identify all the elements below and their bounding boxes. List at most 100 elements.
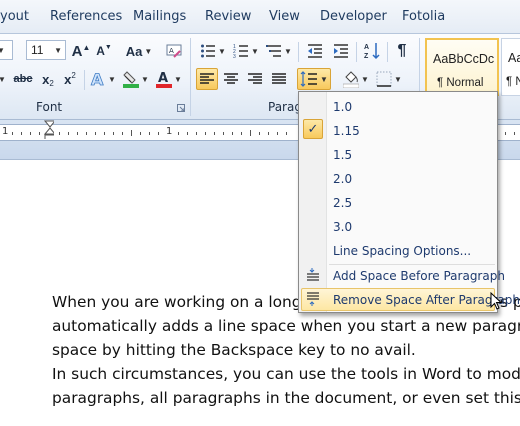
ruler-tick — [77, 132, 78, 135]
superscript-label: x — [64, 71, 72, 87]
multilevel-list-icon — [266, 45, 282, 57]
menu-item-1-15[interactable]: 1.15 — [301, 119, 495, 142]
divider — [387, 42, 388, 62]
tab-developer[interactable]: Developer — [320, 9, 387, 24]
shading-button[interactable]: ▼ — [341, 68, 371, 90]
sort-button[interactable]: AZ — [361, 40, 383, 62]
multilevel-list-button[interactable]: ▼ — [264, 40, 294, 62]
menu-item-2-0[interactable]: 2.0 — [301, 167, 495, 190]
chevron-down-icon: ▼ — [218, 46, 226, 56]
ribbon-tabs: yout References Mailings Review View Dev… — [0, 0, 520, 34]
menu-item-label: 2.5 — [333, 195, 353, 210]
superscript-button[interactable]: x2 — [60, 68, 80, 90]
dialog-launcher-icon[interactable] — [177, 104, 185, 112]
style-normal[interactable]: AaBbCcDc ¶ Normal — [425, 38, 499, 96]
ruler-number: 1 — [166, 126, 173, 137]
highlighter-icon — [123, 71, 140, 88]
menu-item-label: 1.5 — [333, 147, 353, 162]
remove-space-after-item[interactable]: Remove Space After Paragraph — [301, 288, 520, 311]
numbering-button[interactable]: 1 2 3 ▼ — [231, 40, 261, 62]
clear-formatting-button[interactable]: A — [163, 40, 185, 62]
tab-fotolia[interactable]: Fotolia — [402, 9, 445, 24]
line-spacing-button[interactable]: ▼ — [297, 68, 331, 90]
menu-item-3-0[interactable]: 3.0 — [301, 215, 495, 238]
justify-button[interactable] — [268, 68, 290, 90]
align-left-button[interactable] — [196, 68, 218, 90]
shrink-font-button[interactable]: A ▼ — [94, 40, 114, 62]
subscript-button[interactable]: x2 — [38, 68, 58, 90]
ruler-tick — [30, 132, 31, 135]
chevron-down-icon: ▼ — [394, 74, 402, 84]
menu-item-label: 1.15 — [333, 123, 360, 138]
ruler-tick — [59, 132, 60, 135]
ruler-tick — [131, 130, 132, 136]
style-next[interactable]: Aa ¶ N — [501, 38, 520, 96]
increase-indent-button[interactable] — [330, 40, 352, 62]
ruler-tick — [104, 132, 105, 135]
tab-references[interactable]: References — [50, 9, 122, 24]
doc-line: In such circumstances, you can use the t… — [52, 365, 520, 383]
bullets-button[interactable]: ▼ — [198, 40, 228, 62]
tab-layout[interactable]: yout — [0, 9, 29, 24]
remove-space-after-icon — [307, 292, 319, 306]
svg-text:A: A — [91, 71, 104, 87]
doc-line: space by hitting the Backspace key to no… — [52, 341, 416, 359]
font-name-combo[interactable]: ▼ — [0, 40, 13, 60]
increase-indent-icon — [334, 44, 348, 58]
line-spacing-options-item[interactable]: Line Spacing Options... — [301, 239, 495, 262]
underline-caret-button[interactable]: ▼ — [0, 68, 8, 90]
show-hide-button[interactable]: ¶ — [391, 40, 413, 62]
group-divider — [190, 38, 191, 116]
style-sample: Aa — [508, 51, 520, 65]
ruler-tick — [187, 132, 188, 135]
menu-item-1-0[interactable]: 1.0 — [301, 95, 495, 118]
text-effects-button[interactable]: A ▼ — [88, 68, 118, 90]
ruler-tick — [205, 132, 206, 135]
tab-view[interactable]: View — [269, 9, 300, 24]
font-size-value: 11 — [31, 43, 44, 57]
align-right-button[interactable] — [244, 68, 266, 90]
divider — [84, 70, 85, 90]
menu-item-label: 3.0 — [333, 219, 353, 234]
chevron-down-icon: ▼ — [174, 74, 182, 84]
doc-line: paragraphs, all paragraphs in the docume… — [52, 389, 520, 407]
change-case-button[interactable]: Aa ▼ — [122, 40, 156, 62]
font-size-combo[interactable]: 11 ▼ — [26, 40, 66, 60]
svg-text:3: 3 — [233, 54, 236, 59]
indent-marker-icon[interactable] — [44, 120, 54, 139]
align-right-icon — [248, 73, 262, 84]
mouse-pointer-icon — [490, 292, 503, 310]
ruler-tick — [68, 132, 69, 135]
ruler-tick — [86, 132, 87, 135]
menu-item-1-5[interactable]: 1.5 — [301, 143, 495, 166]
chevron-down-icon: ▼ — [54, 45, 62, 55]
svg-text:A: A — [364, 44, 369, 51]
style-sample: AaBbCcDc — [433, 52, 495, 66]
decrease-indent-button[interactable] — [304, 40, 326, 62]
font-color-button[interactable]: A ▼ — [154, 68, 184, 90]
chevron-down-icon: ▼ — [141, 74, 149, 84]
line-spacing-icon — [300, 71, 318, 87]
align-center-button[interactable] — [220, 68, 242, 90]
menu-item-2-5[interactable]: 2.5 — [301, 191, 495, 214]
borders-button[interactable]: ▼ — [374, 68, 404, 90]
ruler-tick — [250, 130, 251, 136]
change-case-label: Aa — [125, 43, 143, 59]
ruler-tick — [113, 132, 114, 135]
bullets-icon — [201, 44, 216, 58]
menu-item-label: 1.0 — [333, 99, 353, 114]
chevron-down-icon: ▼ — [320, 74, 328, 84]
highlight-color-button[interactable]: ▼ — [121, 68, 151, 90]
add-space-before-item[interactable]: Add Space Before Paragraph — [301, 264, 505, 287]
decrease-indent-icon — [308, 44, 322, 58]
tab-review[interactable]: Review — [205, 9, 251, 24]
ruler-tick — [12, 132, 13, 135]
tab-mailings[interactable]: Mailings — [133, 9, 186, 24]
ruler-tick — [149, 132, 150, 135]
ruler-tick — [232, 132, 233, 135]
font-color-icon: A — [156, 71, 173, 88]
numbering-icon: 123 — [233, 44, 249, 59]
grow-font-button[interactable]: A ▲ — [70, 40, 92, 62]
line-spacing-menu: 1.0 ✓ 1.15 1.5 2.0 2.5 3.0 Line Spacing … — [298, 91, 520, 313]
strikethrough-button[interactable]: abc — [10, 68, 36, 90]
